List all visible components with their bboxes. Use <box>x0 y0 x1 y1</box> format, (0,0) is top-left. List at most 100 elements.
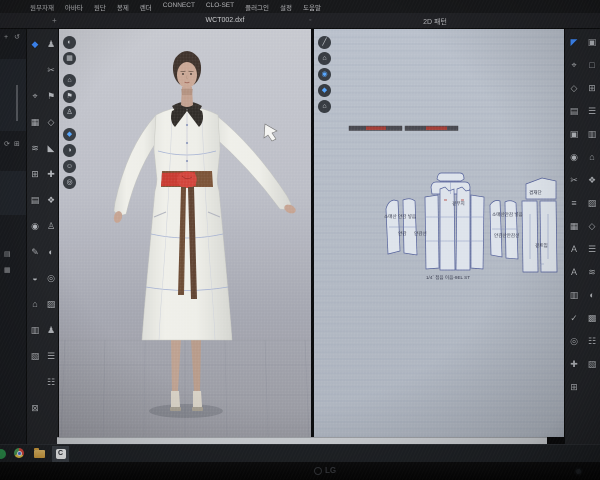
sleeve-right-piece-2[interactable] <box>505 201 518 259</box>
tool-grading[interactable]: ▦ <box>570 222 579 231</box>
tool-rectangle[interactable]: ▤ <box>570 107 579 116</box>
tool-pen-3d[interactable]: ✎ <box>31 248 39 257</box>
2d-view-tab[interactable]: 2D 패턴 <box>400 17 470 27</box>
tool-edit-point[interactable]: ⌖ <box>571 61 576 70</box>
menu-item-3[interactable]: 원단 <box>94 2 106 12</box>
tool-elastic[interactable]: ≋ <box>588 268 596 277</box>
front-side-right-panel[interactable] <box>471 195 484 269</box>
tool-buttonhole[interactable]: ◉ <box>570 153 578 162</box>
tool-plus-tool[interactable]: ✚ <box>570 360 578 369</box>
tool-line[interactable]: ☰ <box>588 107 596 116</box>
show-fabric-2d-button[interactable]: ◆ <box>318 84 331 97</box>
tool-curve[interactable]: ◇ <box>571 84 578 93</box>
show-seamlines-button[interactable]: ╱ <box>318 36 331 49</box>
belt-pattern-strips[interactable] <box>349 126 458 131</box>
front-side-left-panel[interactable] <box>425 195 439 269</box>
tool-check[interactable]: ✓ <box>570 314 578 323</box>
tool-baseline[interactable]: ☰ <box>588 245 596 254</box>
panel-b-icon[interactable]: ▦ <box>4 267 11 274</box>
grid-view-icon[interactable]: ⊞ <box>14 141 20 148</box>
tool-sewing[interactable]: ✂ <box>47 66 55 75</box>
tool-add[interactable]: ✚ <box>47 170 55 179</box>
sync-icon[interactable]: ⟳ <box>4 141 10 148</box>
menu-item-1[interactable]: 원부자재 <box>30 2 54 12</box>
tool-add-point[interactable]: □ <box>589 61 594 70</box>
tool-fill[interactable]: ▩ <box>588 314 597 323</box>
tool-grid[interactable]: ⊞ <box>31 170 39 179</box>
collar-piece-upper[interactable] <box>437 173 464 181</box>
avatar-light-button[interactable]: ☺ <box>63 160 76 173</box>
menu-item-6[interactable]: CONNECT <box>163 2 195 12</box>
tool-fold[interactable]: ◣ <box>48 144 55 153</box>
tool-mannequin[interactable]: ♙ <box>47 222 55 231</box>
tool-grid-2d[interactable]: ⊞ <box>570 383 578 392</box>
tool-texture[interactable]: ▧ <box>31 352 40 361</box>
menu-item-7[interactable]: CLO-SET <box>206 2 234 12</box>
tool-pleat[interactable]: ◇ <box>589 222 596 231</box>
tool-bind[interactable]: ▥ <box>570 291 579 300</box>
tool-steam[interactable]: ≋ <box>31 144 39 153</box>
tool-internal-line[interactable]: ≡ <box>571 199 576 208</box>
show-patterns-button[interactable]: ⌂ <box>318 52 331 65</box>
3d-viewport[interactable]: ◐ ▦ ⌂ ⚑ ♙ ◆ ◑ ☺ ◎ <box>59 29 311 437</box>
show-annotations-button[interactable]: ⌂ <box>318 100 331 113</box>
undo-icon[interactable]: ↺ <box>14 34 20 41</box>
pane-options-icon[interactable]: ◦ <box>309 17 311 24</box>
tool-select[interactable]: ⌖ <box>32 92 37 101</box>
tool-figure[interactable]: ♟ <box>47 326 55 335</box>
tool-fabric[interactable]: ▦ <box>31 118 40 127</box>
tool-text-a[interactable]: A <box>571 245 577 254</box>
tool-shading[interactable]: ▨ <box>588 199 597 208</box>
menu-item-9[interactable]: 설정 <box>280 2 292 12</box>
tool-transform-pattern[interactable]: ◤ <box>571 38 578 47</box>
tool-measure[interactable]: ⊠ <box>31 404 39 413</box>
2d-viewport[interactable]: ╱ ⌂ ◉ ◆ ⌂ <box>314 29 564 437</box>
clo-3d-taskbar-icon[interactable]: C <box>52 446 69 462</box>
show-pins-button[interactable]: ⚑ <box>63 90 76 103</box>
tool-trace[interactable]: ✂ <box>570 176 578 185</box>
show-garment-button[interactable]: ⌂ <box>63 74 76 87</box>
tool-simulate[interactable]: ◆ <box>32 40 39 49</box>
menu-item-5[interactable]: 렌더 <box>140 2 152 12</box>
file-explorer-icon[interactable] <box>34 450 45 458</box>
panel-a-icon[interactable]: ▤ <box>4 251 11 258</box>
tool-layers[interactable]: ▤ <box>31 196 40 205</box>
render-style-button[interactable]: ◐ <box>63 36 76 49</box>
tool-polygon[interactable]: ⊞ <box>588 84 596 93</box>
show-fabric-button[interactable]: ◆ <box>63 128 76 141</box>
tool-menu[interactable]: ☰ <box>47 352 55 361</box>
show-texture-button[interactable]: ◑ <box>63 144 76 157</box>
menu-item-4[interactable]: 봉제 <box>117 2 129 12</box>
mesh-style-button[interactable]: ▦ <box>63 52 76 65</box>
tool-target[interactable]: ◎ <box>47 274 55 283</box>
show-grading-button[interactable]: ◉ <box>318 68 331 81</box>
tool-button[interactable]: ◉ <box>31 222 39 231</box>
view-options-button[interactable]: ◎ <box>63 176 76 189</box>
system-tray-app-icon[interactable] <box>0 449 6 459</box>
tool-text-b[interactable]: A <box>571 268 577 277</box>
menu-item-2[interactable]: 아바타 <box>65 2 83 12</box>
tool-rows[interactable]: ▥ <box>31 326 40 335</box>
coat-sleeve-right[interactable] <box>210 115 291 209</box>
add-icon[interactable]: + <box>4 34 8 41</box>
tool-sphere[interactable]: ◒ <box>32 274 37 283</box>
tool-stack[interactable]: ☷ <box>47 378 55 387</box>
show-avatar-button[interactable]: ♙ <box>63 106 76 119</box>
front-center-left-panel[interactable] <box>440 187 455 270</box>
back-panel-right[interactable] <box>540 201 557 272</box>
tool-half-tone[interactable]: ◐ <box>589 291 594 300</box>
tool-avatar-pose[interactable]: ♟ <box>47 40 55 49</box>
tool-swatch[interactable]: ▧ <box>588 360 597 369</box>
tool-hatch[interactable]: ▨ <box>47 300 56 309</box>
front-center-right-panel[interactable] <box>456 187 470 270</box>
avatar[interactable] <box>113 51 298 411</box>
tool-tack[interactable]: ◇ <box>48 118 55 127</box>
file-tab[interactable]: WCT002.dxf <box>168 17 282 24</box>
tool-dart[interactable]: ▣ <box>570 130 579 139</box>
back-yoke-piece[interactable] <box>526 178 556 199</box>
sleeve-right-piece-1[interactable] <box>490 201 502 258</box>
tool-edit-pattern[interactable]: ▣ <box>588 38 597 47</box>
tool-layout[interactable]: ☷ <box>588 337 596 346</box>
tool-shade[interactable]: ◐ <box>48 248 53 257</box>
tool-circle-tool[interactable]: ◎ <box>570 337 578 346</box>
